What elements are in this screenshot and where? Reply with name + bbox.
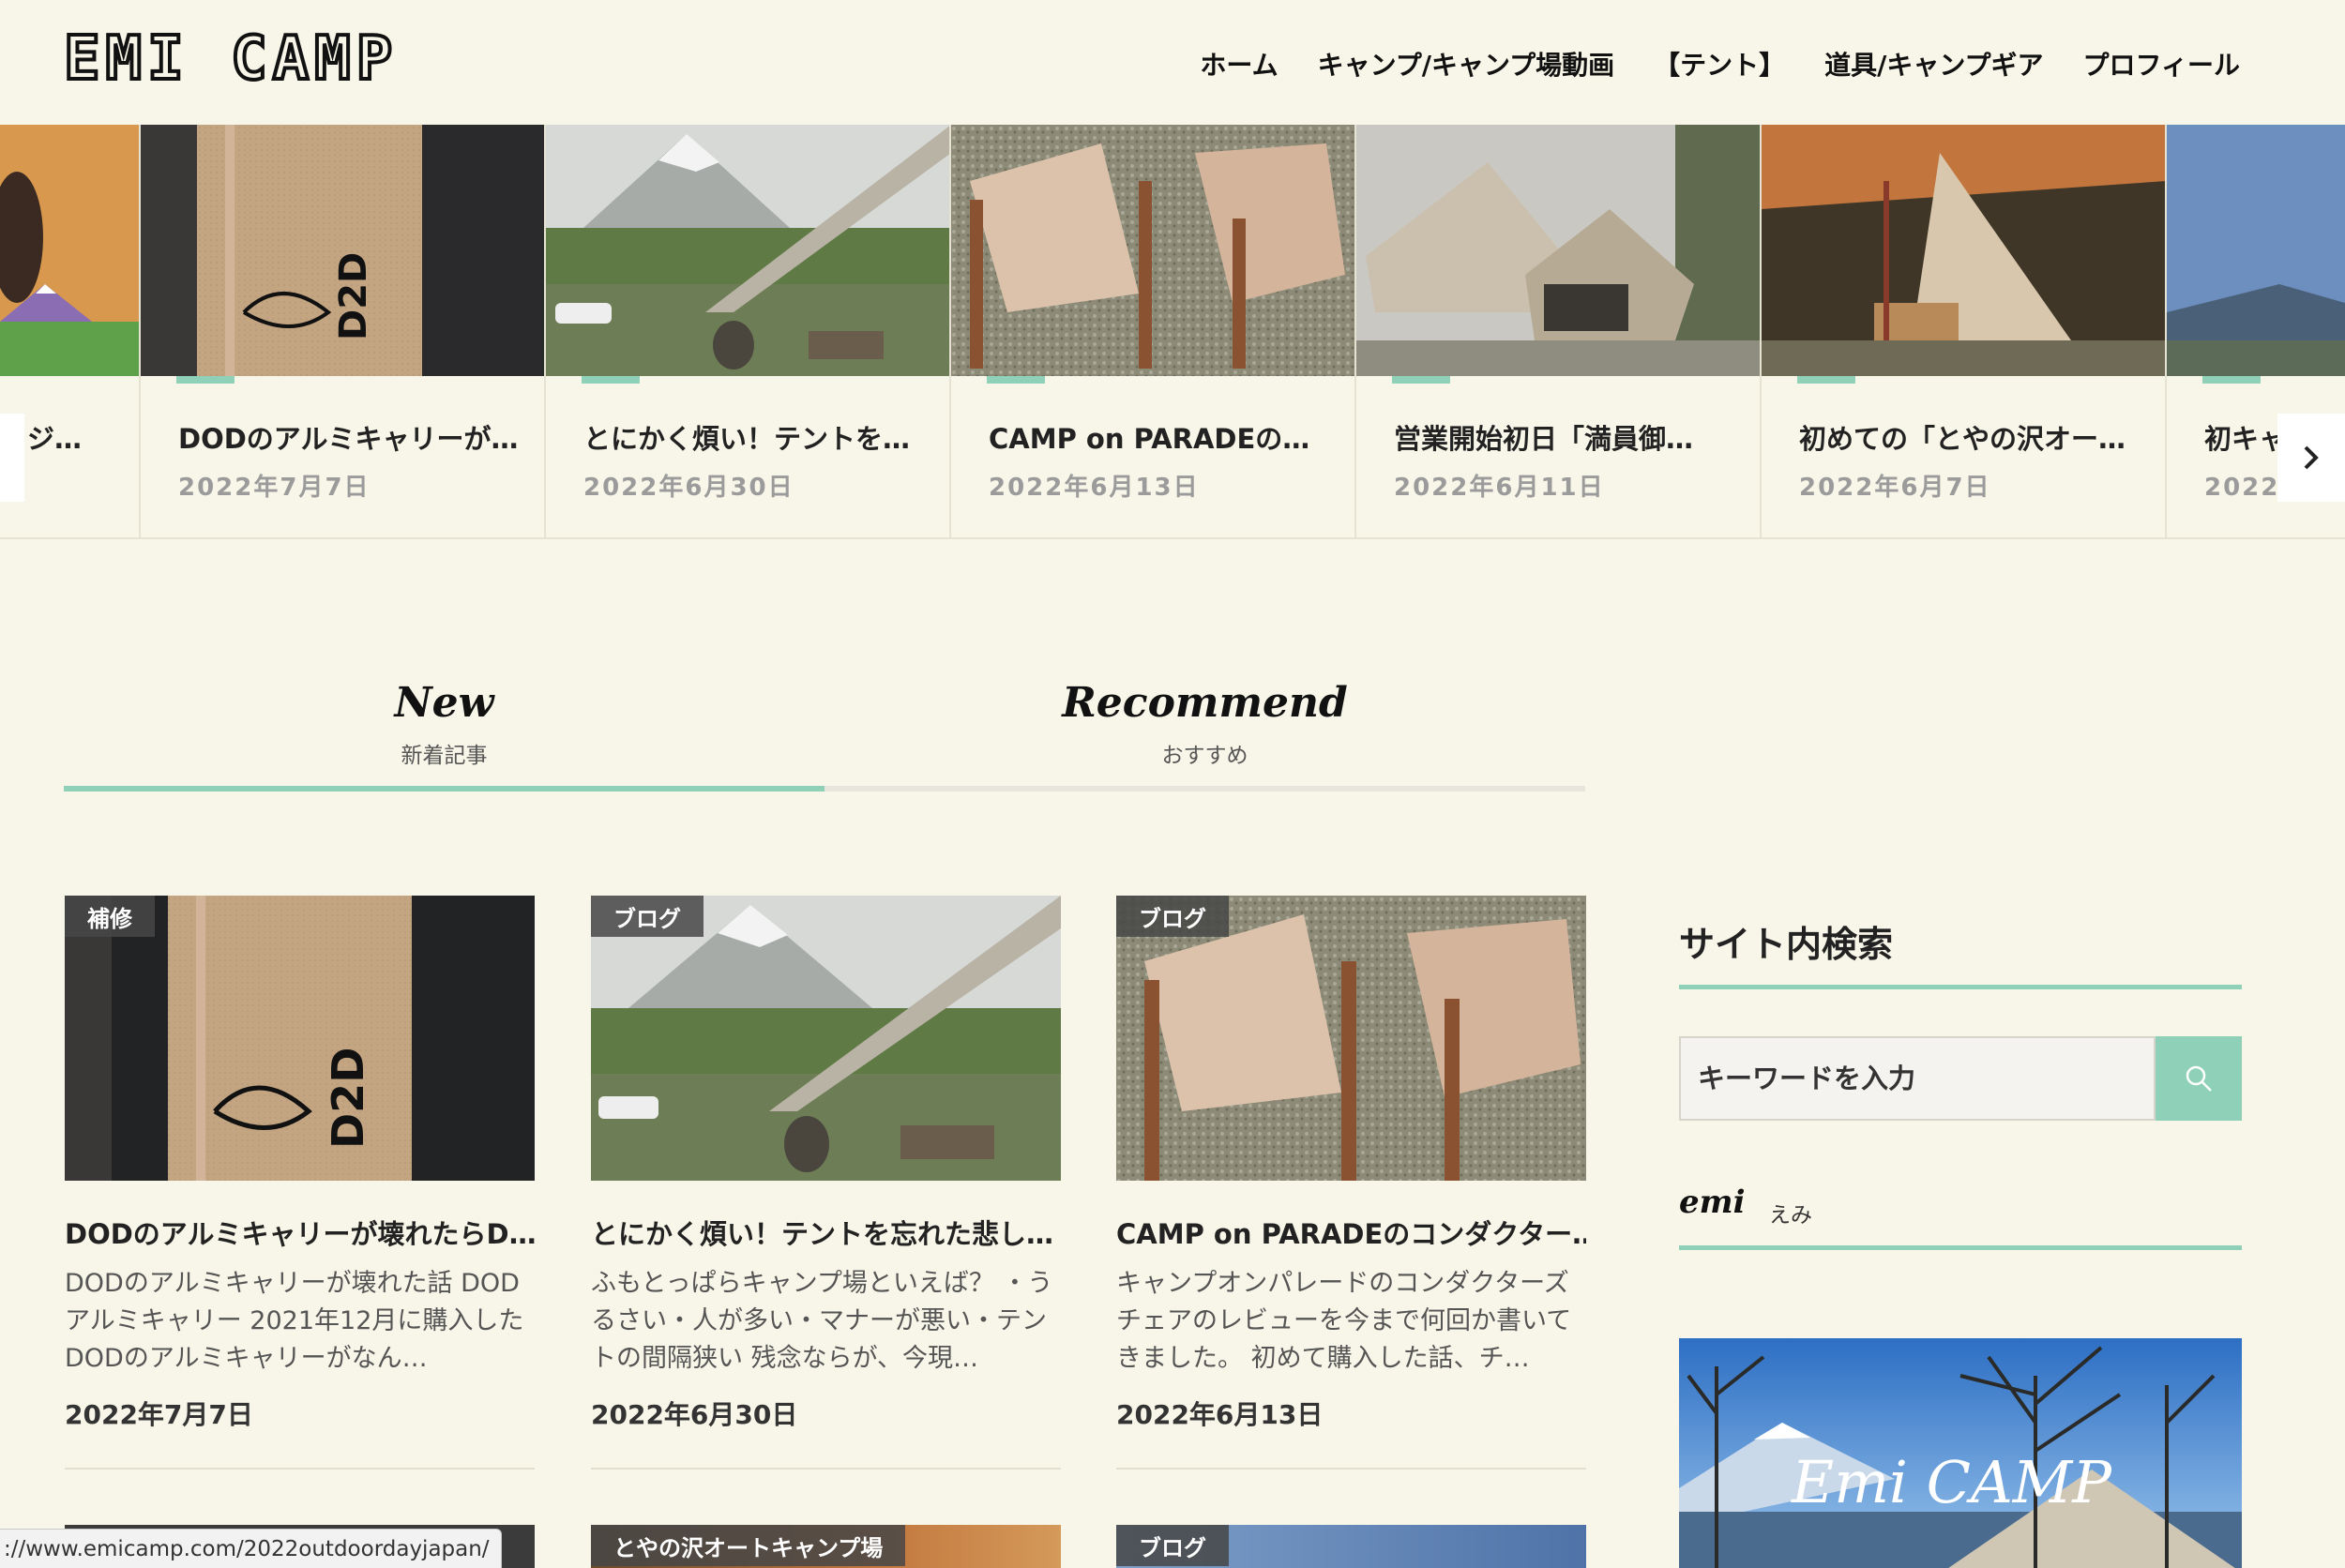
profile-heading: emi (1679, 1184, 1746, 1221)
nav-item-camp-videos[interactable]: キャンプ/キャンプ場動画 (1318, 45, 1615, 83)
tab-recommend-sublabel: おすすめ (1161, 744, 1248, 768)
category-badge[interactable]: ブログ (591, 896, 704, 937)
tab-new-label: New (394, 679, 494, 727)
search-heading: サイト内検索 (1679, 924, 1894, 965)
slider-item[interactable]: D2D DODのアルミキャリーが… 2022年7月7日 (141, 125, 546, 539)
slider-accent (2202, 376, 2261, 384)
status-link-preview: ://www.emicamp.com/2022outdoordayjapan/ (0, 1529, 502, 1568)
post-title[interactable]: CAMP on PARADEのコンダクター… (1116, 1213, 1586, 1252)
tab-indicator-active (64, 786, 825, 792)
nav-item-home[interactable]: ホーム (1200, 45, 1278, 83)
slider-item[interactable]: 営業開始初日「満員御… 2022年6月11日 (1356, 125, 1762, 539)
nav-item-gear[interactable]: 道具/キャンプギア (1824, 45, 2043, 83)
slider-thumbnail (1356, 125, 1760, 376)
slider-item-title: 営業開始初日「満員御… (1394, 423, 1694, 455)
slider-item-title: とにかく煩い！テントを… (583, 423, 911, 455)
profile-image-caption: Emi CAMP (1791, 1448, 2112, 1516)
slider-next-button[interactable] (2277, 414, 2345, 502)
profile-image: Emi CAMP (1679, 1338, 2242, 1568)
slider-accent (582, 376, 640, 384)
slider-item-date: 2022年6月7日 (1799, 474, 1991, 502)
profile-subheading: えみ (1769, 1203, 1812, 1228)
post-title[interactable]: とにかく煩い！テントを忘れた悲し… (591, 1213, 1061, 1252)
heading-underline (1679, 1245, 2242, 1250)
nav-item-profile[interactable]: プロフィール (2083, 45, 2240, 83)
post-date: 2022年6月13日 (1116, 1399, 1324, 1430)
post-card[interactable]: とやの沢オートキャンプ場 (591, 1525, 1061, 1568)
category-badge[interactable]: ブログ (1116, 896, 1229, 937)
post-card[interactable]: D2D 補修 DODのアルミキャリーが壊れたらD… DODのアルミキャリーが壊れ… (65, 896, 535, 1470)
site-logo[interactable]: EMI CAMP (62, 23, 398, 96)
slider-item-date: 2022年6月30日 (583, 474, 794, 502)
featured-slider: イジ… D2D DODのアルミキャリーが… 2022年7月7日 とにかく煩い！テ… (0, 125, 2345, 539)
slider-prev-button[interactable] (0, 414, 24, 502)
post-excerpt: ふもとっぱらキャンプ場といえば？ ・うるさい・人が多い・マナーが悪い・テントの間… (591, 1269, 1053, 1373)
category-badge[interactable]: とやの沢オートキャンプ場 (591, 1525, 906, 1566)
category-badge[interactable]: 補修 (65, 896, 155, 937)
nav-item-tent[interactable]: 【テント】 (1654, 45, 1785, 83)
post-tabs: New 新着記事 Recommend おすすめ (64, 675, 1585, 793)
category-badge[interactable]: ブログ (1116, 1525, 1229, 1566)
post-date: 2022年6月30日 (591, 1399, 798, 1430)
search-button[interactable] (2156, 1036, 2242, 1121)
heading-underline (1679, 985, 2242, 989)
post-thumbnail: D2D (65, 896, 535, 1181)
slider-thumbnail: D2D (141, 125, 544, 376)
post-card[interactable]: ブログ CAMP on PARADEのコンダクター… キャンプオンパレードのコン… (1116, 896, 1586, 1470)
slider-thumbnail (0, 125, 139, 376)
slider-item-date: 2022年6月11日 (1394, 474, 1605, 502)
svg-text:D2D: D2D (332, 252, 375, 340)
slider-item-title: 初めての「とやの沢オー… (1799, 423, 2126, 455)
main-nav: ホーム キャンプ/キャンプ場動画 【テント】 道具/キャンプギア プロフィール (1200, 45, 2240, 83)
slider-thumbnail (951, 125, 1354, 376)
post-card[interactable]: ブログ とにかく煩い！テントを忘れた悲し… ふもとっぱらキャンプ場といえば？ ・… (591, 896, 1061, 1470)
slider-accent (987, 376, 1045, 384)
slider-accent (1797, 376, 1855, 384)
slider-item[interactable]: とにかく煩い！テントを… 2022年6月30日 (546, 125, 951, 539)
slider-item-title: CAMP on PARADEの… (989, 423, 1310, 455)
slider-accent (176, 376, 234, 384)
post-thumbnail (591, 896, 1061, 1181)
search-input[interactable] (1679, 1036, 2156, 1121)
post-title[interactable]: DODのアルミキャリーが壊れたらD… (65, 1213, 535, 1252)
chevron-right-icon (2304, 445, 2319, 470)
slider-accent (1392, 376, 1450, 384)
tab-recommend-label: Recommend (1062, 679, 1348, 727)
slider-thumbnail (546, 125, 949, 376)
post-card[interactable]: ブログ (1116, 1525, 1586, 1568)
search-icon (2186, 1065, 2212, 1092)
slider-item[interactable]: CAMP on PARADEの… 2022年6月13日 (951, 125, 1356, 539)
slider-thumbnail (2167, 125, 2345, 376)
tab-recommend[interactable]: Recommend おすすめ (825, 675, 1585, 769)
post-excerpt: キャンプオンパレードのコンダクターズチェアのレビューを今まで何回か書いてきました… (1116, 1269, 1572, 1373)
svg-text:D2D: D2D (323, 1048, 373, 1149)
slider-item-title: DODのアルミキャリーが… (178, 423, 519, 455)
site-header: EMI CAMP ホーム キャンプ/キャンプ場動画 【テント】 道具/キャンプギ… (0, 0, 2345, 125)
slider-item-date: 2022年7月7日 (178, 474, 371, 502)
slider-thumbnail (1762, 125, 2165, 376)
post-date: 2022年7月7日 (65, 1399, 253, 1430)
post-thumbnail (1116, 896, 1586, 1181)
tab-new[interactable]: New 新着記事 (64, 675, 825, 769)
slider-item-date: 2022年6月13日 (989, 474, 1200, 502)
tab-new-sublabel: 新着記事 (401, 744, 488, 768)
tab-indicator-track (64, 786, 1585, 792)
post-excerpt: DODのアルミキャリーが壊れた話 DODアルミキャリー 2021年12月に購入し… (65, 1269, 524, 1373)
slider-item[interactable]: 初めての「とやの沢オー… 2022年6月7日 (1762, 125, 2167, 539)
